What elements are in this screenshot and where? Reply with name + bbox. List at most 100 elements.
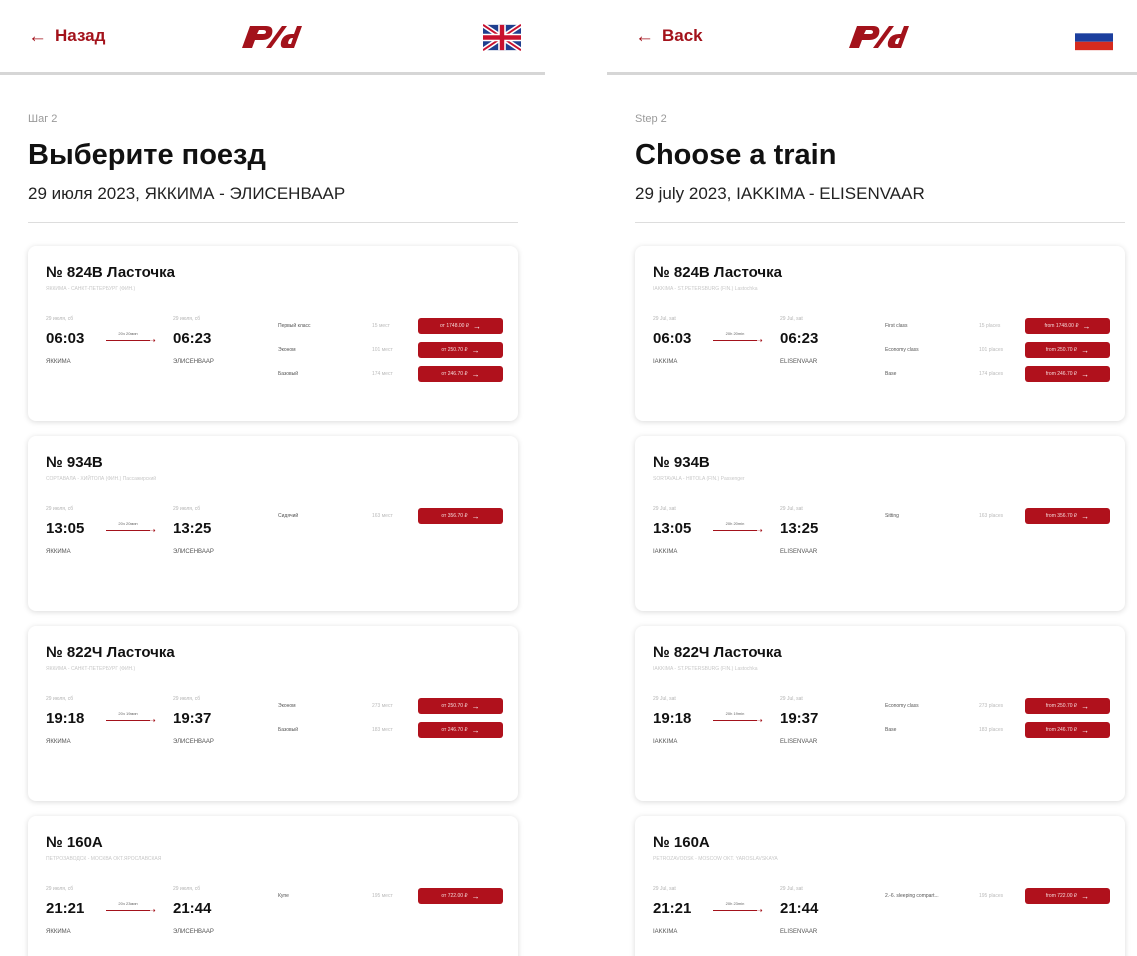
arrow-right-icon: → — [1082, 321, 1091, 331]
select-fare-button[interactable]: от 246.70 ₽ → — [418, 722, 503, 738]
page-title: Выберите поезд — [28, 139, 266, 171]
train-route: IAKKIMA - ST.PETERSBURG (FIN.) Lastochka — [653, 286, 758, 292]
russia-flag-icon[interactable] — [1075, 24, 1113, 51]
arrival-date: 29 июля, сб — [173, 696, 201, 702]
rzd-logo — [242, 26, 302, 48]
arrival-station: ELISENVAAR — [780, 739, 818, 745]
arrow-right-icon: → — [471, 511, 480, 521]
arrow-right-icon: → — [471, 701, 480, 711]
arrival-date: 29 Jul, sat — [780, 886, 803, 892]
train-number: № 822Ч Ласточка — [653, 644, 782, 661]
departure-station: ЯККИМА — [46, 549, 71, 555]
arrow-right-icon: ➝ — [149, 336, 156, 345]
duration-line — [713, 720, 757, 721]
arrow-right-icon: ➝ — [756, 716, 763, 725]
train-route: PETROZAVODSK - MOSCOW OKT. YAROSLAVSKAYA — [653, 856, 778, 862]
train-card[interactable]: № 160А PETROZAVODSK - MOSCOW OKT. YAROSL… — [635, 816, 1125, 956]
fare-class: Эконом — [278, 347, 296, 353]
departure-station: ЯККИМА — [46, 739, 71, 745]
select-fare-button[interactable]: от 246.70 ₽ → — [418, 366, 503, 382]
select-fare-button[interactable]: from 246.70 ₽ → — [1025, 722, 1110, 738]
panel-english: ← Back Step 2 Choose a train 29 july 202… — [607, 0, 1137, 956]
fare-class: Первый класс — [278, 323, 311, 329]
uk-flag-icon[interactable] — [483, 24, 521, 51]
fare-price: from 246.70 ₽ — [1045, 727, 1078, 733]
train-number: № 824В Ласточка — [46, 264, 175, 281]
arrival-date: 29 июля, сб — [173, 886, 201, 892]
select-fare-button[interactable]: от 356.70 ₽ → — [418, 508, 503, 524]
arrival-time: 21:44 — [780, 900, 819, 917]
train-card[interactable]: № 160А ПЕТРОЗАВОДСК - МОСКВА ОКТ.ЯРОСЛАВ… — [28, 816, 518, 956]
arrival-station: ЭЛИСЕНВААР — [173, 549, 214, 555]
panel-russian: ← Назад Шаг 2 Выберите поезд 29 июля 202… — [0, 0, 545, 956]
train-card[interactable]: № 822Ч Ласточка IAKKIMA - ST.PETERSBURG … — [635, 626, 1125, 801]
arrival-date: 29 Jul, sat — [780, 316, 803, 322]
fare-price: from 1748.00 ₽ — [1044, 323, 1079, 329]
select-fare-button[interactable]: от 1748.00 ₽ → — [418, 318, 503, 334]
page-title: Choose a train — [635, 139, 837, 171]
duration-line — [713, 910, 757, 911]
fare-seats: 101 places — [979, 347, 1004, 353]
select-fare-button[interactable]: from 250.70 ₽ → — [1025, 342, 1110, 358]
arrival-time: 13:25 — [173, 520, 212, 537]
rzd-logo — [849, 26, 909, 48]
train-number: № 822Ч Ласточка — [46, 644, 175, 661]
top-bar: ← Back — [607, 0, 1137, 75]
arrival-station: ЭЛИСЕНВААР — [173, 929, 214, 935]
select-fare-button[interactable]: from 246.70 ₽ → — [1025, 366, 1110, 382]
fare-price: от 250.70 ₽ — [441, 703, 468, 709]
fare-price: from 356.70 ₽ — [1045, 513, 1078, 519]
arrow-right-icon: → — [1081, 701, 1090, 711]
train-card[interactable]: № 822Ч Ласточка ЯККИМА - САНКТ-ПЕТЕРБУРГ… — [28, 626, 518, 801]
fare-price: от 356.70 ₽ — [441, 513, 468, 519]
train-card[interactable]: № 824В Ласточка ЯККИМА - САНКТ-ПЕТЕРБУРГ… — [28, 246, 518, 421]
fare-seats: 183 мест — [372, 727, 393, 733]
fare-price: от 246.70 ₽ — [441, 371, 468, 377]
arrival-time: 13:25 — [780, 520, 819, 537]
fare-row: Базовый 174 мест от 246.70 ₽ → — [278, 364, 508, 388]
duration-line — [106, 340, 150, 341]
select-fare-button[interactable]: от 250.70 ₽ → — [418, 698, 503, 714]
fare-class: Купе — [278, 893, 289, 899]
select-fare-button[interactable]: from 250.70 ₽ → — [1025, 698, 1110, 714]
duration-label: 20ч 20мин — [118, 331, 138, 336]
select-fare-button[interactable]: from 1748.00 ₽ → — [1025, 318, 1110, 334]
trip-summary: 29 июля 2023, ЯККИМА - ЭЛИСЕНВААР — [28, 184, 346, 203]
select-fare-button[interactable]: от 722.00 ₽ → — [418, 888, 503, 904]
departure-time: 13:05 — [46, 520, 85, 537]
arrival-time: 19:37 — [173, 710, 212, 727]
fare-seats: 195 мест — [372, 893, 393, 899]
fare-seats: 195 places — [979, 893, 1004, 899]
departure-station: IAKKIMA — [653, 929, 678, 935]
back-button[interactable]: ← Back — [635, 26, 703, 46]
train-card[interactable]: № 824В Ласточка IAKKIMA - ST.PETERSBURG … — [635, 246, 1125, 421]
arrow-right-icon: → — [1081, 725, 1090, 735]
arrow-right-icon: ➝ — [149, 716, 156, 725]
arrow-left-icon: ← — [28, 25, 47, 47]
train-card[interactable]: № 934В СОРТАВАЛА - ХИЙТОЛА (ФИН.) Пассаж… — [28, 436, 518, 611]
arrow-right-icon: → — [1081, 345, 1090, 355]
back-button[interactable]: ← Назад — [28, 26, 105, 46]
departure-station: ЯККИМА — [46, 929, 71, 935]
select-fare-button[interactable]: from 356.70 ₽ → — [1025, 508, 1110, 524]
fare-price: from 250.70 ₽ — [1045, 703, 1078, 709]
arrow-right-icon: → — [471, 891, 480, 901]
select-fare-button[interactable]: from 722.00 ₽ → — [1025, 888, 1110, 904]
train-route: IAKKIMA - ST.PETERSBURG (FIN.) Lastochka — [653, 666, 758, 672]
fare-list: Sitting 163 places from 356.70 ₽ → — [885, 506, 1115, 530]
duration: 20h 20min ➝ — [713, 521, 771, 535]
arrival-station: ЭЛИСЕНВААР — [173, 739, 214, 745]
arrival-date: 29 Jul, sat — [780, 506, 803, 512]
fare-price: от 250.70 ₽ — [441, 347, 468, 353]
arrow-right-icon: → — [1081, 891, 1090, 901]
select-fare-button[interactable]: от 250.70 ₽ → — [418, 342, 503, 358]
fare-price: from 722.00 ₽ — [1045, 893, 1078, 899]
train-card[interactable]: № 934В SORTAVALA - HIITOLA (FIN.) Passen… — [635, 436, 1125, 611]
duration-line — [106, 910, 150, 911]
divider — [28, 222, 518, 223]
arrow-right-icon: → — [471, 369, 480, 379]
duration: 20h 23min ➝ — [713, 901, 771, 915]
duration-label: 20h 19min — [725, 711, 745, 716]
duration-label: 20ч 20мин — [118, 521, 138, 526]
duration-label: 20h 23min — [725, 901, 745, 906]
